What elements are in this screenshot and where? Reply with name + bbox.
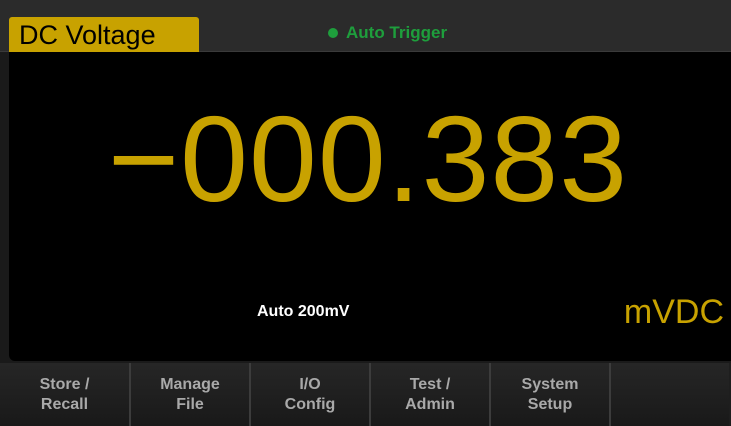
blank-softkey[interactable] (611, 363, 729, 426)
trigger-label: Auto Trigger (346, 23, 448, 42)
trigger-dot-icon (328, 28, 338, 38)
status-bar: DC Voltage Auto Trigger (0, 0, 731, 52)
softkey-label-line1: Store / (39, 375, 90, 393)
softkey-label-line1: Manage (160, 375, 220, 393)
trigger-status: Auto Trigger (328, 23, 447, 43)
softkey-label-line1: I/O (299, 375, 321, 393)
softkey-label-line2: Config (284, 395, 336, 413)
softkey-label-line2: Recall (40, 395, 89, 413)
io-config-button[interactable]: I/O Config (251, 363, 371, 426)
test-admin-button[interactable]: Test / Admin (371, 363, 491, 426)
softkey-label-line1: System (521, 375, 579, 393)
main-reading: −000.383 (107, 91, 629, 227)
softkey-bar: Store / Recall Manage File I/O Config Te… (0, 363, 731, 426)
measurement-mode-tab: DC Voltage (9, 17, 199, 52)
system-setup-button[interactable]: System Setup (491, 363, 611, 426)
softkey-label-line2: File (176, 395, 204, 413)
store-recall-button[interactable]: Store / Recall (0, 363, 131, 426)
range-indicator: Auto 200mV (257, 303, 350, 320)
softkey-label-line1: Test / (409, 375, 451, 393)
manage-file-button[interactable]: Manage File (131, 363, 251, 426)
unit-label: mVDC (623, 293, 724, 331)
softkey-label-line2: Setup (527, 395, 573, 413)
softkey-label-line2: Admin (405, 395, 455, 413)
